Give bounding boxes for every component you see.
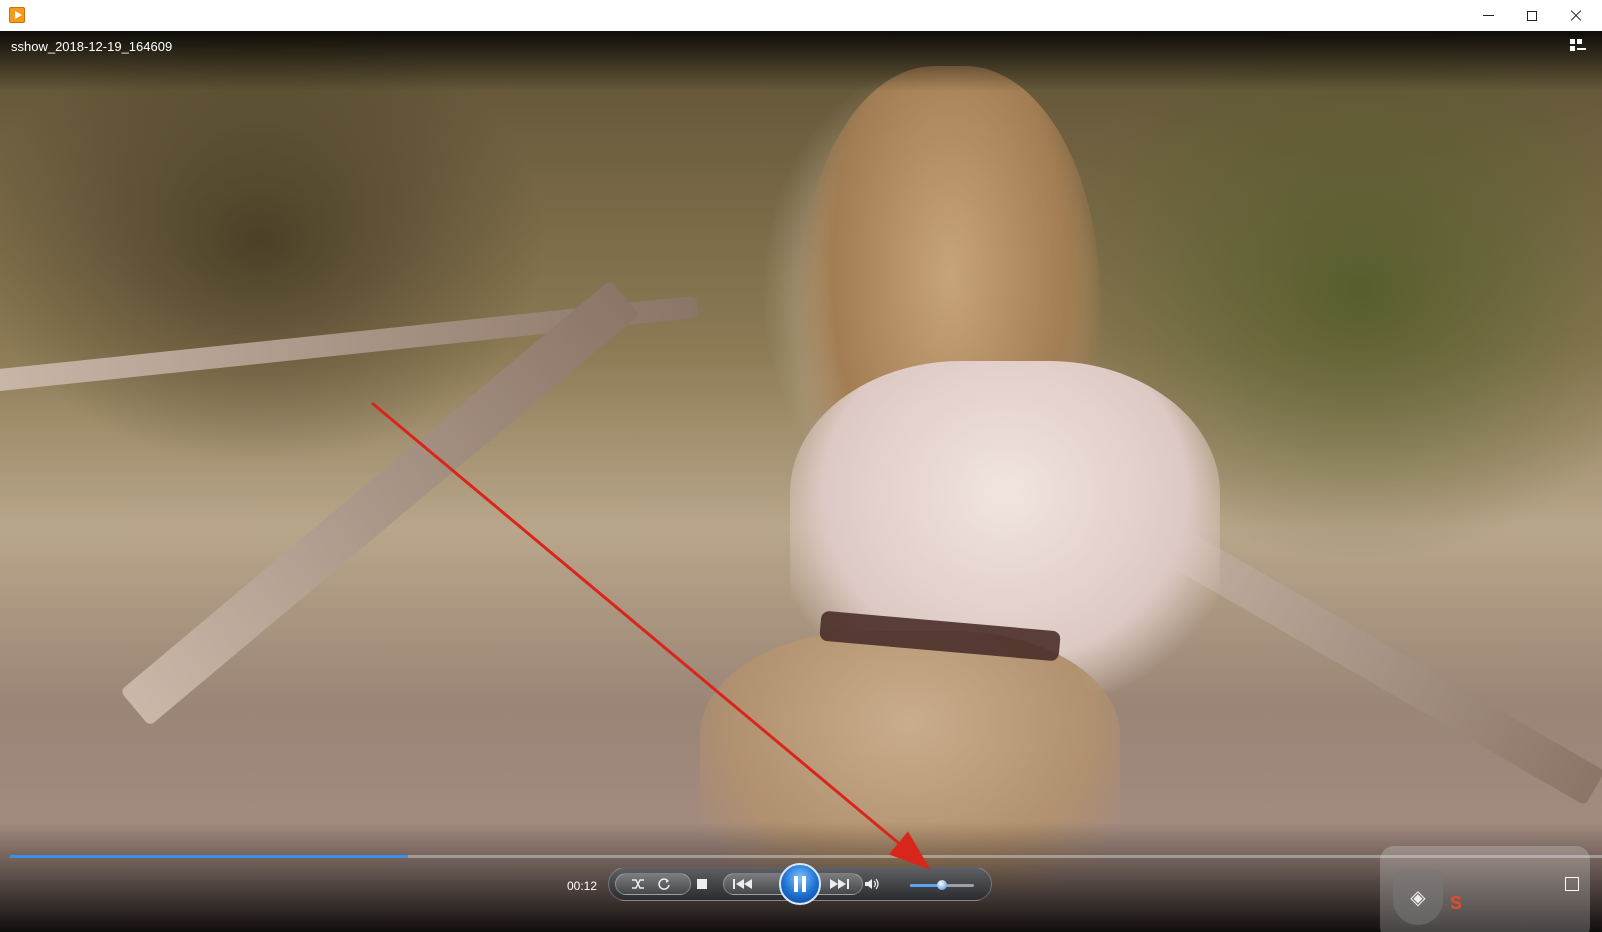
minimize-button[interactable] bbox=[1466, 0, 1510, 31]
maximize-button[interactable] bbox=[1510, 0, 1554, 31]
video-display[interactable]: sshow_2018-12-19_164609 00:12 ◈ S bbox=[0, 31, 1602, 932]
app-logo-icon bbox=[9, 7, 25, 23]
window-titlebar bbox=[0, 0, 1602, 31]
close-button[interactable] bbox=[1554, 0, 1598, 31]
annotation-arrow bbox=[371, 401, 931, 870]
